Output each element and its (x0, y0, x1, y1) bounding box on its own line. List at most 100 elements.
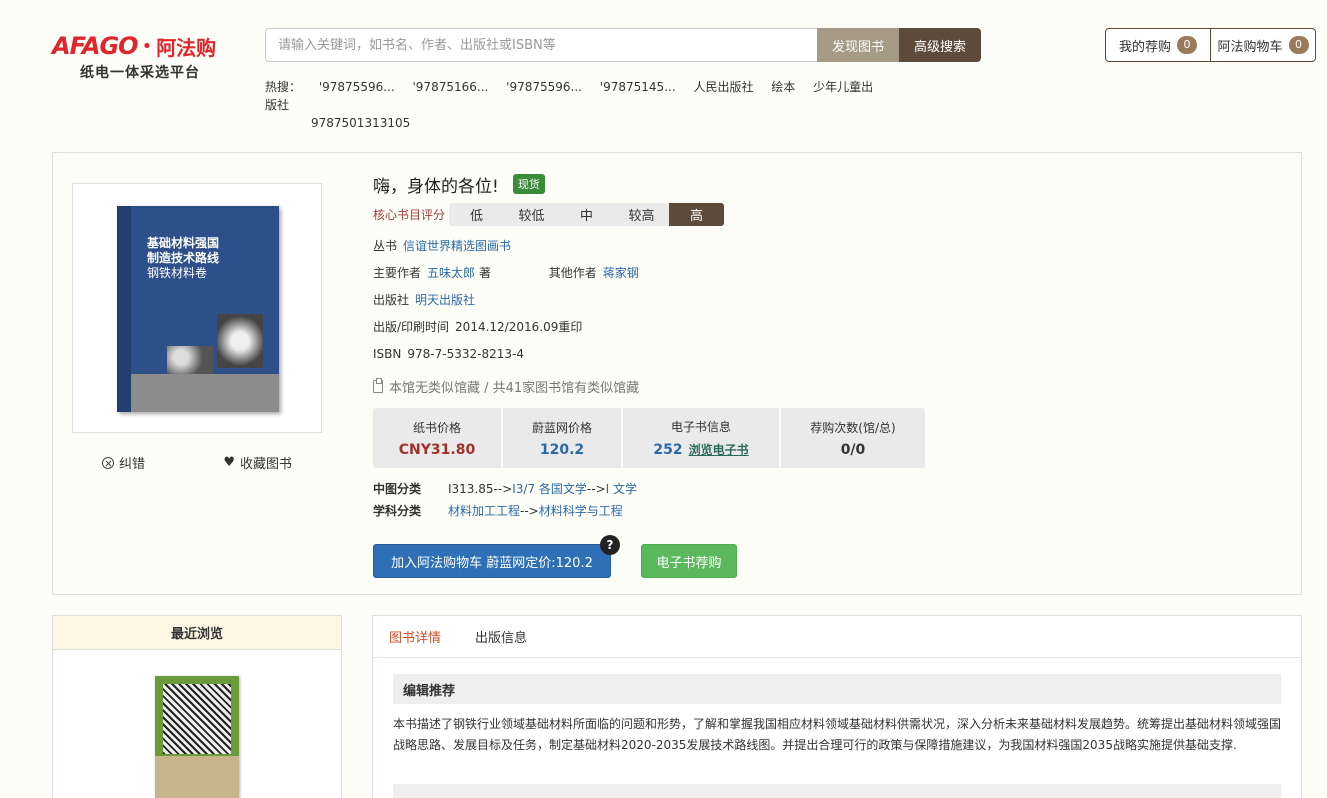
add-to-cart-label: 加入阿法购物车 蔚蓝网定价:120.2 (391, 555, 593, 571)
site-logo[interactable]: AFAGO • 阿法购 纸电一体采选平台 (52, 30, 252, 85)
help-icon[interactable]: ? (600, 535, 620, 555)
book-details-panel: 图书详情 出版信息 编辑推荐 本书描述了钢铁行业领域基础材料所面临的问题和形势，… (372, 615, 1302, 798)
hot-keyword[interactable]: '97875596... (319, 80, 395, 94)
series-row: 丛书 信谊世界精选图画书 (373, 239, 1273, 253)
recommend-count-label: 荐购次数(馆/总) (810, 420, 896, 435)
pubdate-label: 出版/印刷时间 (373, 320, 450, 334)
tab-book-detail[interactable]: 图书详情 (389, 627, 441, 646)
correct-button[interactable]: 纠错 (102, 453, 145, 472)
author-role: 著 (479, 266, 492, 280)
cart-label: 阿法购物车 (1217, 39, 1283, 55)
cover-image-right (217, 314, 263, 368)
book-cover-frame: 基础材料强国 制造技术路线 钢铁材料卷 (72, 183, 322, 433)
logo-dot: • (141, 35, 153, 57)
rating-level-low: 低 (470, 209, 484, 224)
user-cart-box: 我的荐购 0 阿法购物车 0 (1105, 28, 1316, 62)
hot-keyword[interactable]: 人民出版社 (693, 80, 753, 94)
cover-subtitle: 钢铁材料卷 (147, 266, 208, 280)
ebook-recommend-button[interactable]: 电子书荐购 (641, 544, 737, 578)
clc-link-level2[interactable]: I 文学 (606, 482, 637, 496)
search-bar: 发现图书 高级搜索 (265, 28, 981, 62)
paper-price-value: CNY31.80 (398, 441, 476, 458)
my-recommend-button[interactable]: 我的荐购 0 (1106, 29, 1210, 61)
close-circle-icon (102, 456, 114, 469)
author-label: 主要作者 (373, 266, 422, 280)
book-detail-card: 基础材料强国 制造技术路线 钢铁材料卷 纠错 ♥ 收藏图书 嗨，身体的各位! 现… (52, 152, 1302, 595)
recent-cover-art (163, 684, 231, 754)
subject-row: 学科分类 材料加工工程 --> 材料科学与工程 (373, 504, 1273, 518)
cover-image-left (167, 346, 213, 374)
hot-keyword[interactable]: '97875145... (600, 80, 676, 94)
favorite-label: 收藏图书 (239, 457, 292, 472)
clc-code: I313.85--> (448, 482, 513, 496)
discover-books-button[interactable]: 发现图书 (817, 28, 899, 62)
ebook-info-cell: 电子书信息 252 浏览电子书 (623, 408, 781, 468)
cover-title: 基础材料强国 制造技术路线 (147, 236, 220, 265)
my-recommend-label: 我的荐购 (1118, 39, 1171, 55)
author-link[interactable]: 五味太郎 (427, 266, 475, 280)
paper-price-cell: 纸书价格 CNY31.80 (373, 408, 503, 468)
other-author-link[interactable]: 蒋家钢 (603, 266, 639, 280)
price-box: 纸书价格 CNY31.80 蔚蓝网价格 120.2 电子书信息 252 浏览电子书… (373, 408, 925, 468)
rating-level-high: 高 (669, 203, 725, 226)
subject-separator: --> (520, 504, 539, 518)
tab-publication-info[interactable]: 出版信息 (475, 627, 527, 646)
hot-keyword[interactable]: 9787501313105 (311, 116, 410, 130)
isbn-row: ISBN 978-7-5332-8213-4 (373, 347, 1273, 361)
rating-level-medium: 中 (580, 209, 594, 224)
ebook-info-value: 252 浏览电子书 (653, 441, 748, 458)
editor-recommend-text: 本书描述了钢铁行业领域基础材料所面临的问题和形势，了解和掌握我国相应材料领域基础… (393, 717, 1282, 752)
logo-name: 阿法购 (156, 35, 217, 60)
other-author-label: 其他作者 (548, 266, 597, 280)
weilan-price-cell: 蔚蓝网价格 120.2 (503, 408, 623, 468)
hot-searches: 热搜： '97875596... '97875166... '97875596.… (265, 78, 885, 132)
subject-link-level1[interactable]: 材料加工工程 (448, 504, 520, 518)
add-to-cart-button[interactable]: 加入阿法购物车 蔚蓝网定价:120.2 ? (373, 535, 620, 578)
action-buttons: 加入阿法购物车 蔚蓝网定价:120.2 ? 电子书荐购 (373, 535, 1273, 578)
recommend-count-cell: 荐购次数(馆/总) 0/0 (781, 408, 925, 468)
rating-level-lower: 较低 (518, 209, 545, 224)
pubdate-row: 出版/印刷时间 2014.12/2016.09重印 (373, 320, 1273, 334)
holding-text: 本馆无类似馆藏 / 共41家图书馆有类似馆藏 (389, 381, 640, 396)
paper-price-label: 纸书价格 (412, 420, 461, 435)
search-input[interactable] (265, 28, 817, 62)
book-side-actions: 纠错 ♥ 收藏图书 (72, 453, 322, 472)
cover-band (131, 374, 279, 412)
recently-viewed-title: 最近浏览 (53, 616, 341, 650)
rating-bar: 低 较低 中 较高 高 (449, 203, 725, 226)
cart-button[interactable]: 阿法购物车 0 (1210, 29, 1315, 61)
hot-searches-label: 热搜： (265, 80, 302, 94)
favorite-button[interactable]: ♥ 收藏图书 (223, 453, 292, 472)
clc-link-level1[interactable]: I3/7 各国文学 (512, 482, 587, 496)
recently-viewed: 最近浏览 (52, 615, 342, 798)
hot-keyword[interactable]: '97875596... (506, 80, 582, 94)
weilan-price-value: 120.2 (539, 441, 585, 458)
pubdate-value: 2014.12/2016.09重印 (455, 320, 583, 334)
clipboard-icon (373, 378, 383, 393)
recent-book-cover[interactable] (155, 676, 239, 798)
rating-label: 核心书目评分 (373, 208, 446, 222)
recent-cover-band (155, 756, 239, 798)
ebook-info-label: 电子书信息 (670, 420, 731, 434)
hot-keyword[interactable]: '97875166... (413, 80, 489, 94)
holding-info: 本馆无类似馆藏 / 共41家图书馆有类似馆藏 (373, 377, 1273, 396)
browse-ebook-link[interactable]: 浏览电子书 (689, 443, 749, 457)
book-spine (117, 206, 131, 412)
logo-subtitle: 纸电一体采选平台 (80, 65, 200, 81)
rating-level-higher: 较高 (628, 209, 655, 224)
hot-keyword[interactable]: 绘本 (771, 80, 795, 94)
next-section-heading (393, 784, 1281, 798)
recommend-count-value: 0/0 (840, 441, 866, 458)
book-title: 嗨，身体的各位! (373, 176, 499, 197)
stock-badge: 现货 (512, 174, 545, 194)
ebook-count: 252 (653, 442, 683, 458)
series-link[interactable]: 信谊世界精选图画书 (403, 239, 511, 253)
correct-label: 纠错 (119, 457, 146, 472)
publisher-row: 出版社 明天出版社 (373, 293, 1273, 307)
clc-separator: --> (586, 482, 606, 496)
book-info: 嗨，身体的各位! 现货 核心书目评分 低 较低 中 较高 高 丛书 信谊世界精选图… (373, 171, 1273, 578)
isbn-value: 978-7-5332-8213-4 (407, 347, 524, 361)
advanced-search-button[interactable]: 高级搜索 (899, 28, 981, 62)
publisher-link[interactable]: 明天出版社 (415, 293, 475, 307)
subject-link-level2[interactable]: 材料科学与工程 (539, 504, 623, 518)
